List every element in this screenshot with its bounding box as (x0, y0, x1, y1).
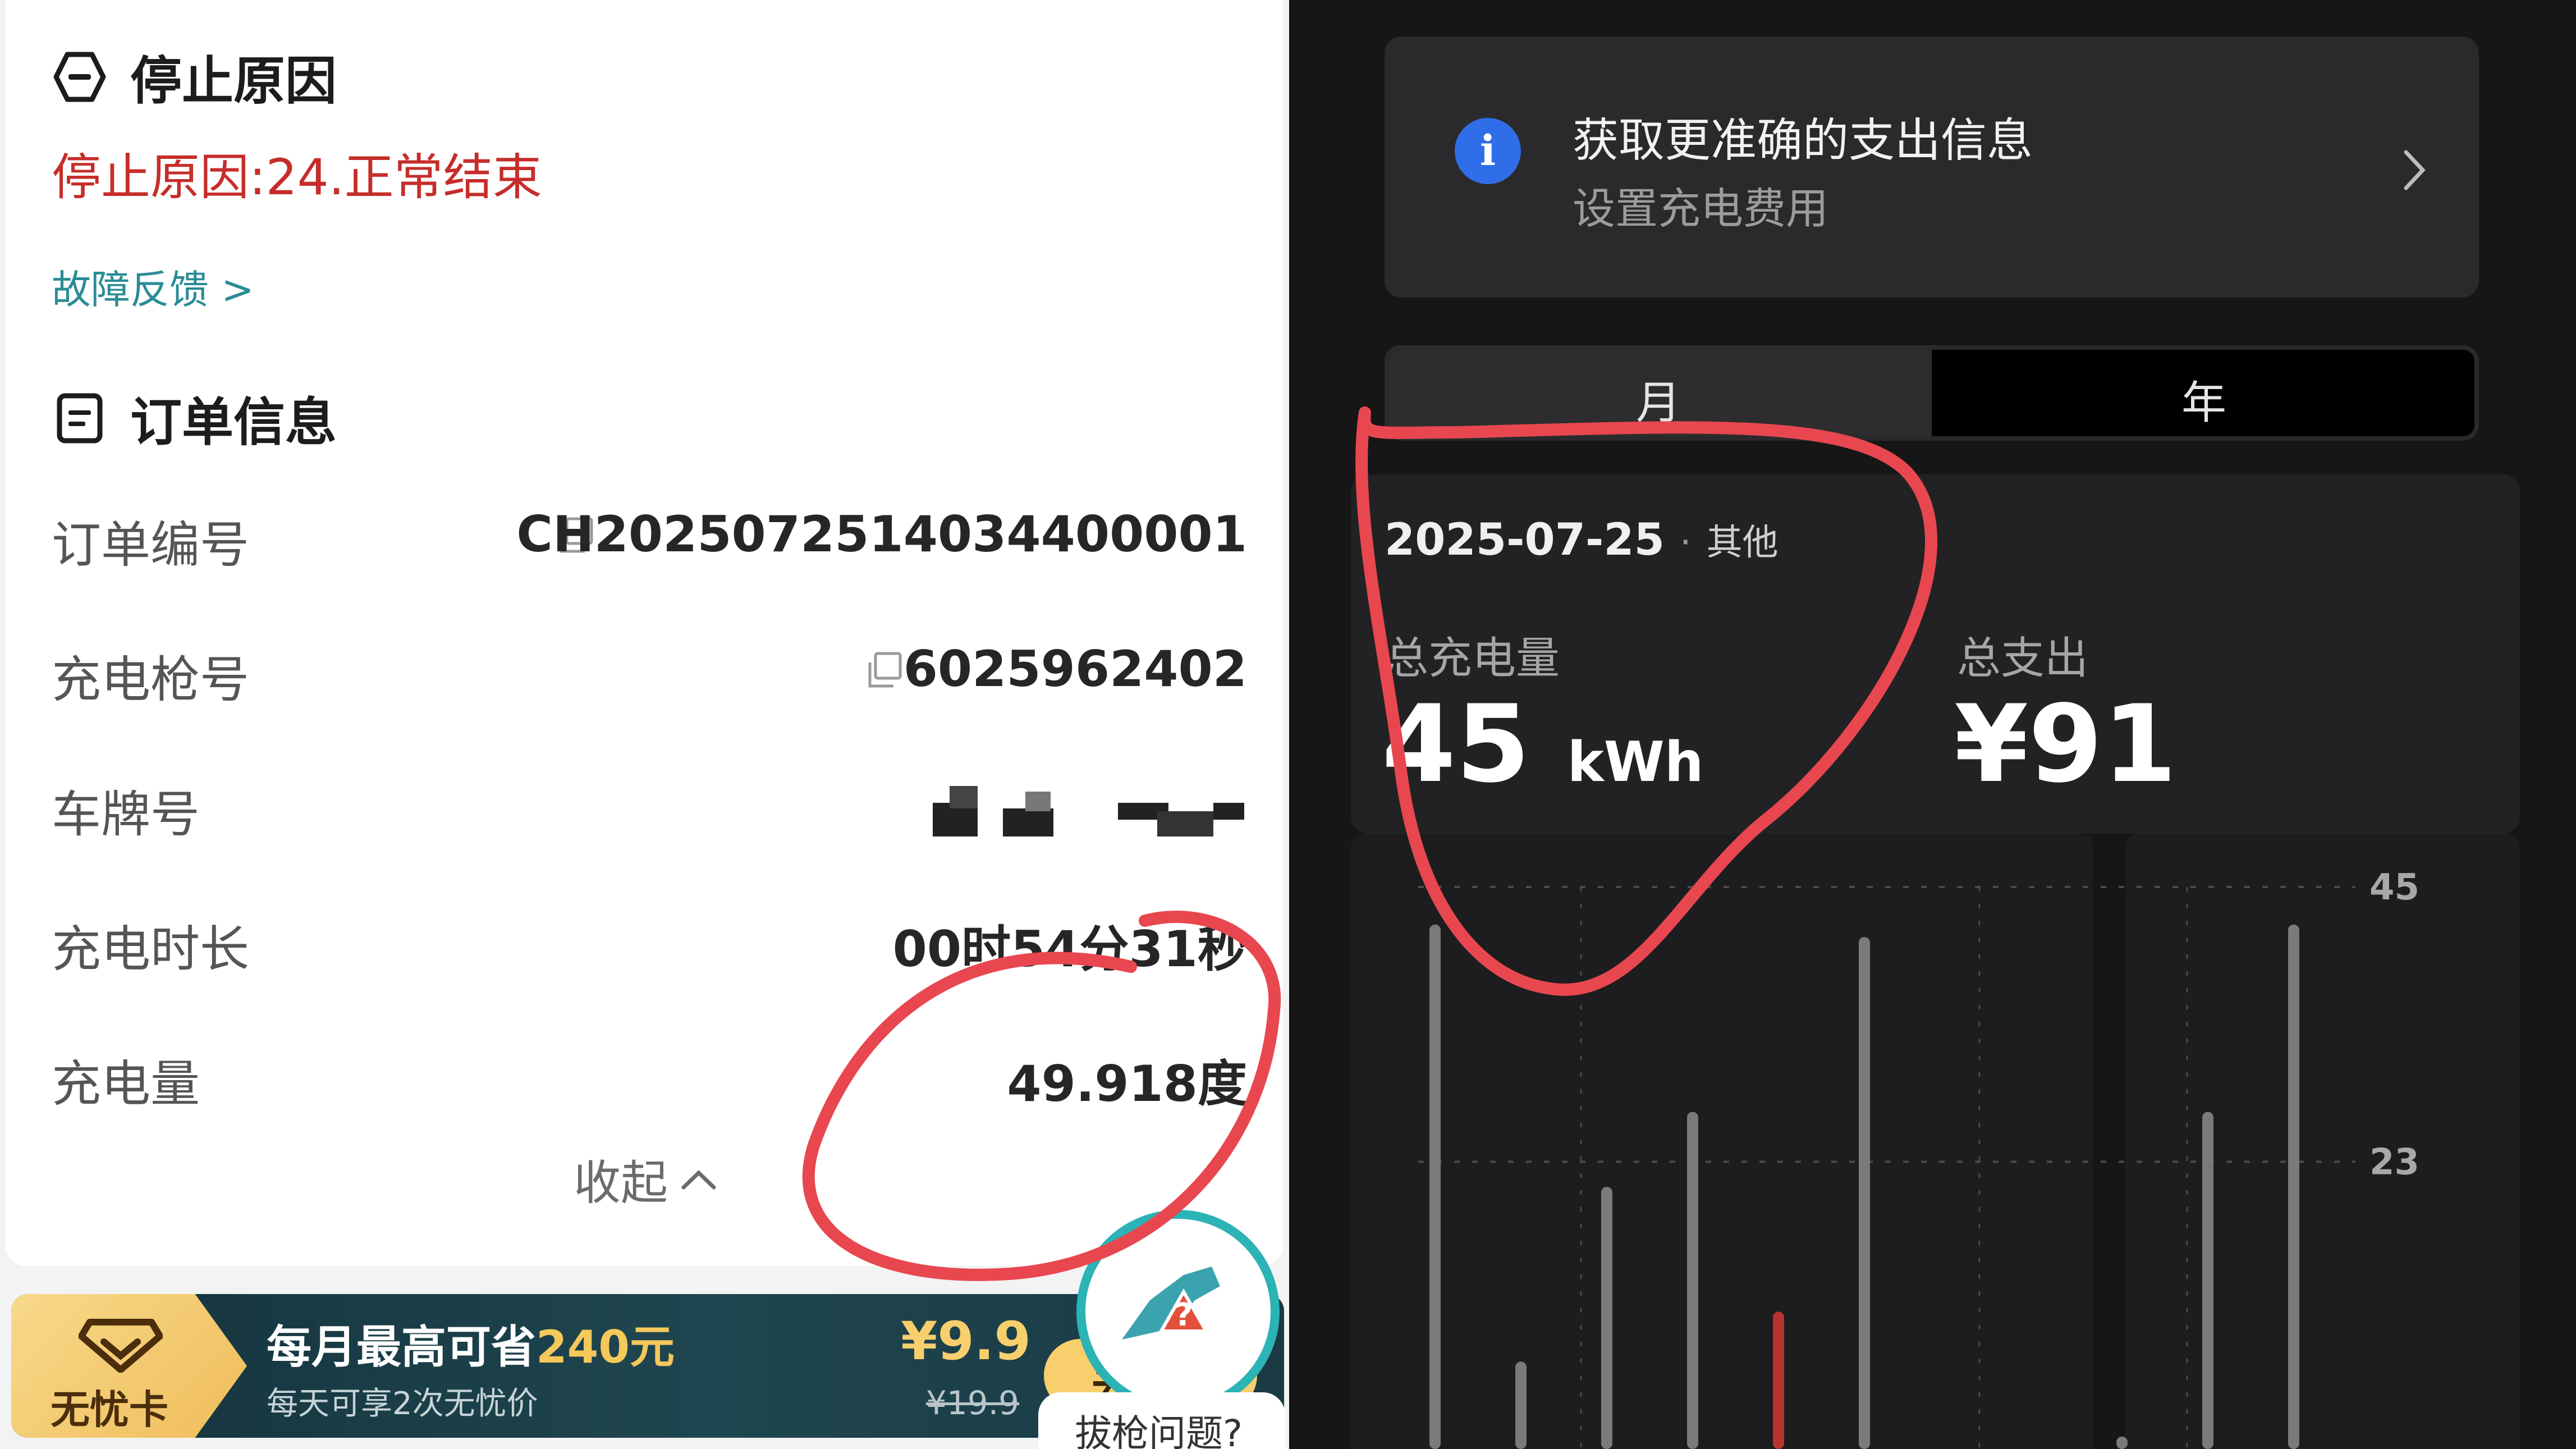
energy-summary-panel: i 获取更准确的支出信息 设置充电费用 月 年 2025-07-25 · 其他 … (1289, 0, 2576, 1449)
red-annotation-circle-left (802, 911, 1281, 1281)
red-annotation-circle-right (1355, 406, 1938, 996)
order-detail-panel: 停止原因 停止原因:24.正常结束 故障反馈 > 订单信息 订单编号 CH202… (0, 0, 1289, 1449)
